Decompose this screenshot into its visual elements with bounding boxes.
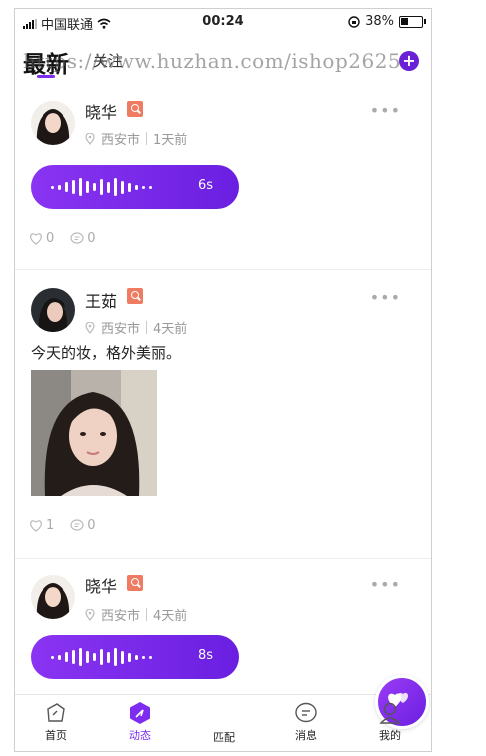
comment-icon <box>70 232 84 244</box>
message-icon <box>295 702 317 723</box>
comment-count: 0 <box>87 231 96 246</box>
post-city: 西安市 <box>101 609 141 624</box>
home-icon <box>47 703 65 722</box>
heart-icon <box>30 520 42 532</box>
feed-post[interactable]: 晓华 西安市 1天前 ••• 6s 0 0 <box>15 91 431 270</box>
comment-count: 0 <box>87 518 96 533</box>
battery-icon <box>399 15 426 28</box>
waveform-icon <box>51 177 152 197</box>
location-pin-icon <box>85 608 95 621</box>
post-author[interactable]: 晓华 <box>85 573 117 597</box>
like-count: 0 <box>46 231 55 246</box>
post-photo[interactable] <box>31 370 157 496</box>
tab-moments-label: 动态 <box>129 729 151 742</box>
active-tab-indicator <box>37 75 55 78</box>
heart-icon <box>30 233 42 245</box>
post-text: 今天的妆，格外美丽。 <box>31 344 182 362</box>
search-tag-icon <box>127 575 143 591</box>
tab-mine[interactable]: 我的 <box>355 701 425 743</box>
voice-message-button[interactable]: 8s <box>31 635 239 679</box>
comment-button[interactable]: 0 <box>70 231 96 246</box>
voice-duration: 6s <box>197 178 213 193</box>
feed-post[interactable]: 王茹 西安市 4天前 ••• 今天的妆，格外美丽。 1 0 <box>15 270 431 559</box>
post-time: 1天前 <box>153 133 188 148</box>
post-author[interactable]: 王茹 <box>85 288 117 312</box>
voice-message-button[interactable]: 6s <box>31 165 239 209</box>
moments-icon <box>130 702 150 724</box>
avatar[interactable] <box>31 101 75 145</box>
orientation-lock-icon <box>348 15 360 28</box>
tab-messages[interactable]: 消息 <box>271 701 341 743</box>
post-stats: 1 0 <box>29 518 96 533</box>
post-city: 西安市 <box>101 133 141 148</box>
tab-mine-label: 我的 <box>379 729 401 742</box>
status-bar: 中国联通 00:24 38% <box>15 9 431 35</box>
meta-divider <box>146 608 148 621</box>
location-pin-icon <box>85 321 95 334</box>
tab-messages-label: 消息 <box>295 729 317 742</box>
bottom-tab-bar: 首页 动态 匹配 消息 我的 <box>15 675 431 751</box>
tab-home[interactable]: 首页 <box>21 701 91 743</box>
user-icon <box>379 702 401 724</box>
battery-percent: 38% <box>365 14 394 29</box>
like-button[interactable]: 1 <box>29 518 54 533</box>
tab-moments[interactable]: 动态 <box>105 701 175 743</box>
meta-divider <box>146 321 148 334</box>
meta-divider <box>146 132 148 145</box>
search-tag-icon <box>127 101 143 117</box>
add-post-button[interactable]: + <box>399 51 419 71</box>
waveform-icon <box>51 647 152 667</box>
post-meta: 西安市 1天前 <box>85 129 187 148</box>
watermark: https://www.huzhan.com/ishop26250 <box>23 49 415 73</box>
post-meta: 西安市 4天前 <box>85 605 187 624</box>
feed-post[interactable]: 晓华 西安市 4天前 ••• 8s <box>15 559 431 709</box>
more-options-icon[interactable]: ••• <box>370 101 401 120</box>
feed-header: 最新 关注 https://www.huzhan.com/ishop26250 … <box>15 39 431 87</box>
search-tag-icon <box>127 288 143 304</box>
tab-match-label: 匹配 <box>213 731 235 744</box>
phone-screen: 中国联通 00:24 38% 最新 关注 https://www.huzhan.… <box>14 8 432 752</box>
post-meta: 西安市 4天前 <box>85 318 187 337</box>
more-options-icon[interactable]: ••• <box>370 575 401 594</box>
post-city: 西安市 <box>101 322 141 337</box>
avatar[interactable] <box>31 288 75 332</box>
comment-button[interactable]: 0 <box>70 518 96 533</box>
like-button[interactable]: 0 <box>29 231 54 246</box>
more-options-icon[interactable]: ••• <box>370 288 401 307</box>
tab-home-label: 首页 <box>45 729 67 742</box>
avatar[interactable] <box>31 575 75 619</box>
location-pin-icon <box>85 132 95 145</box>
post-time: 4天前 <box>153 609 188 624</box>
feed-list: 晓华 西安市 1天前 ••• 6s 0 0 王茹 西安市 4天前 ••• 今天的… <box>15 91 431 709</box>
post-author[interactable]: 晓华 <box>85 99 117 123</box>
voice-duration: 8s <box>197 648 213 663</box>
post-stats: 0 0 <box>29 231 96 246</box>
comment-icon <box>70 519 84 531</box>
post-time: 4天前 <box>153 322 188 337</box>
like-count: 1 <box>46 518 55 533</box>
